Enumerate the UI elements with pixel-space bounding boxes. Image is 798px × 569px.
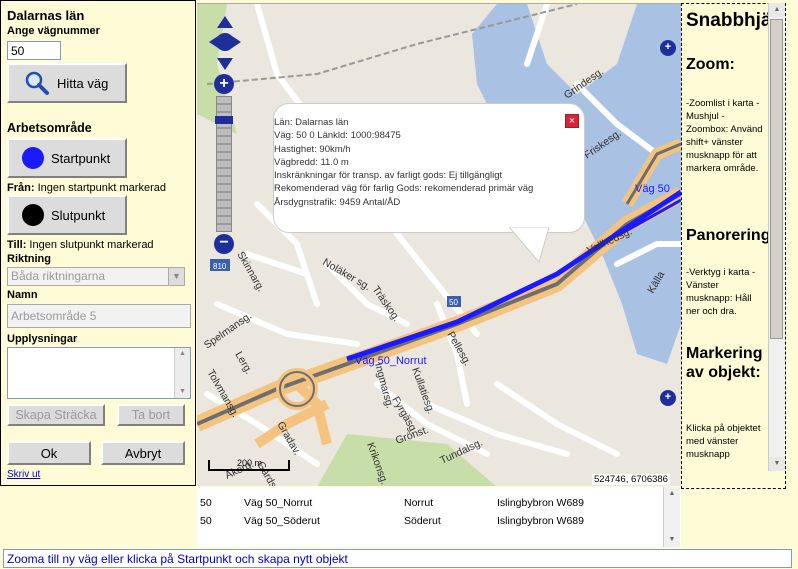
scale-label: 200 m <box>237 458 262 468</box>
county-title: Dalarnas län <box>7 8 85 23</box>
end-point-label: Slutpunkt <box>51 207 106 223</box>
create-segment-button[interactable]: Skapa Sträcka <box>7 404 105 426</box>
popup-line: Inskränkningar för transp. av farligt go… <box>274 170 503 182</box>
name-label: Namn <box>7 289 38 301</box>
scroll-down-icon[interactable]: ▼ <box>664 533 680 547</box>
table-row[interactable]: 50 Väg 50_Norrut Norrut Islingbybron W68… <box>197 494 657 512</box>
help-scrollbar[interactable]: ▲ ▼ <box>768 3 785 471</box>
help-pan-heading: Panorering: <box>686 227 776 244</box>
popup-line: Rekomenderad väg för farlig Gods: rekome… <box>274 183 534 195</box>
map-view[interactable]: Grindesg. Friskesg. Vallhedsg. Källa Nol… <box>197 3 681 486</box>
find-road-button[interactable]: Hitta väg <box>7 63 127 103</box>
scroll-thumb[interactable] <box>770 19 783 339</box>
popup-line: Årsdygnstrafik: 9459 Antal/ÅD <box>274 196 401 208</box>
coordinate-readout: 524746, 6706386 <box>592 474 670 485</box>
direction-select[interactable]: Båda riktningarna ▼ <box>7 267 185 286</box>
zoom-handle[interactable] <box>215 116 233 124</box>
popup-line: Väg: 50 0 Länkld: 1000:98475 <box>274 130 401 142</box>
pan-control[interactable] <box>207 14 243 74</box>
info-label: Upplysningar <box>7 333 78 345</box>
scroll-up-icon[interactable]: ▲ <box>769 3 785 17</box>
scroll-up-icon[interactable]: ▲ <box>664 487 680 501</box>
print-link[interactable]: Skriv ut <box>7 469 40 480</box>
scroll-up-icon[interactable]: ▲ <box>175 348 190 360</box>
info-textarea[interactable]: ▲ ▼ <box>7 347 191 399</box>
expand-plus-icon[interactable]: + <box>660 40 676 56</box>
street-label-8: Lerg. <box>232 350 254 377</box>
close-icon[interactable]: × <box>565 114 579 128</box>
start-point-label: Startpunkt <box>51 150 111 166</box>
pan-up-icon <box>217 16 233 28</box>
road-number-label: Ange vägnummer <box>7 25 100 37</box>
street-label-7: Spelmansg. <box>202 310 254 352</box>
help-zoom-heading: Zoom: <box>686 56 735 73</box>
status-bar: Zooma till ny väg eller klicka på Startp… <box>3 549 792 568</box>
svg-text:810: 810 <box>213 262 227 271</box>
black-dot-icon <box>22 204 44 226</box>
help-zoom-text: -Zoomlist i karta - Mushjul -Zoombox: An… <box>686 98 763 174</box>
start-point-button[interactable]: Startpunkt <box>7 138 127 178</box>
magnifier-icon <box>25 71 49 95</box>
popup-line: Vägbredd: 11.0 m <box>274 156 349 168</box>
popup-line: Hastighet: 90km/h <box>274 143 351 155</box>
to-status: Till: Ingen slutpunkt markerad <box>7 239 154 251</box>
popup-tail <box>509 227 549 264</box>
ok-button[interactable]: Ok <box>7 441 91 465</box>
help-mark-heading: Markering av objekt: <box>686 345 763 381</box>
table-row[interactable]: 50 Väg 50_Söderut Söderut Islingbybron W… <box>197 512 657 530</box>
scroll-down-icon[interactable]: ▼ <box>769 457 785 471</box>
direction-label: Riktning <box>7 253 51 265</box>
left-panel: Dalarnas län Ange vägnummer Hitta väg Ar… <box>0 0 196 486</box>
find-road-label: Hitta väg <box>57 75 109 91</box>
road-number-input[interactable] <box>7 41 61 60</box>
list-scrollbar[interactable]: ▲ ▼ <box>663 487 680 547</box>
scroll-down-icon[interactable]: ▼ <box>175 386 190 398</box>
popup-line: Län: Dalarnas län <box>274 117 349 128</box>
route-label-road: Väg 50 <box>635 183 670 195</box>
remove-button[interactable]: Ta bort <box>117 404 185 426</box>
name-input[interactable] <box>7 304 191 328</box>
expand-plus-icon[interactable]: + <box>660 390 676 406</box>
svg-text:50: 50 <box>449 298 458 307</box>
route-label-north: Väg 50_Norrut <box>355 355 427 367</box>
work-area-title: Arbetsområde <box>7 121 92 135</box>
textarea-scrollbar[interactable]: ▲ ▼ <box>174 348 190 398</box>
pan-down-icon <box>217 58 233 70</box>
road-list: 50 Väg 50_Norrut Norrut Islingbybron W68… <box>197 487 681 547</box>
from-status: Från: Ingen startpunkt markerad <box>7 182 166 194</box>
zoom-out-icon[interactable]: − <box>214 234 234 254</box>
map-canvas: Grindesg. Friskesg. Vallhedsg. Källa Nol… <box>197 4 681 486</box>
zoom-slider[interactable]: + − <box>214 74 234 254</box>
cancel-button[interactable]: Avbryt <box>101 441 185 465</box>
end-point-button[interactable]: Slutpunkt <box>7 195 127 235</box>
road-info-popup: × Län: Dalarnas län Väg: 50 0 Länkld: 100… <box>273 103 585 264</box>
chevron-down-icon: ▼ <box>168 268 184 285</box>
help-pan-text: -Verktyg i karta -Vänster musknapp: Håll… <box>686 267 756 317</box>
blue-dot-icon <box>22 147 44 169</box>
street-label-13: Kullatiesg. <box>409 366 437 416</box>
street-label-5: Träskog. <box>370 284 403 324</box>
zoom-in-icon[interactable]: + <box>214 74 234 94</box>
help-mark-text: Klicka på objektet med vänster musknapp <box>686 423 761 460</box>
